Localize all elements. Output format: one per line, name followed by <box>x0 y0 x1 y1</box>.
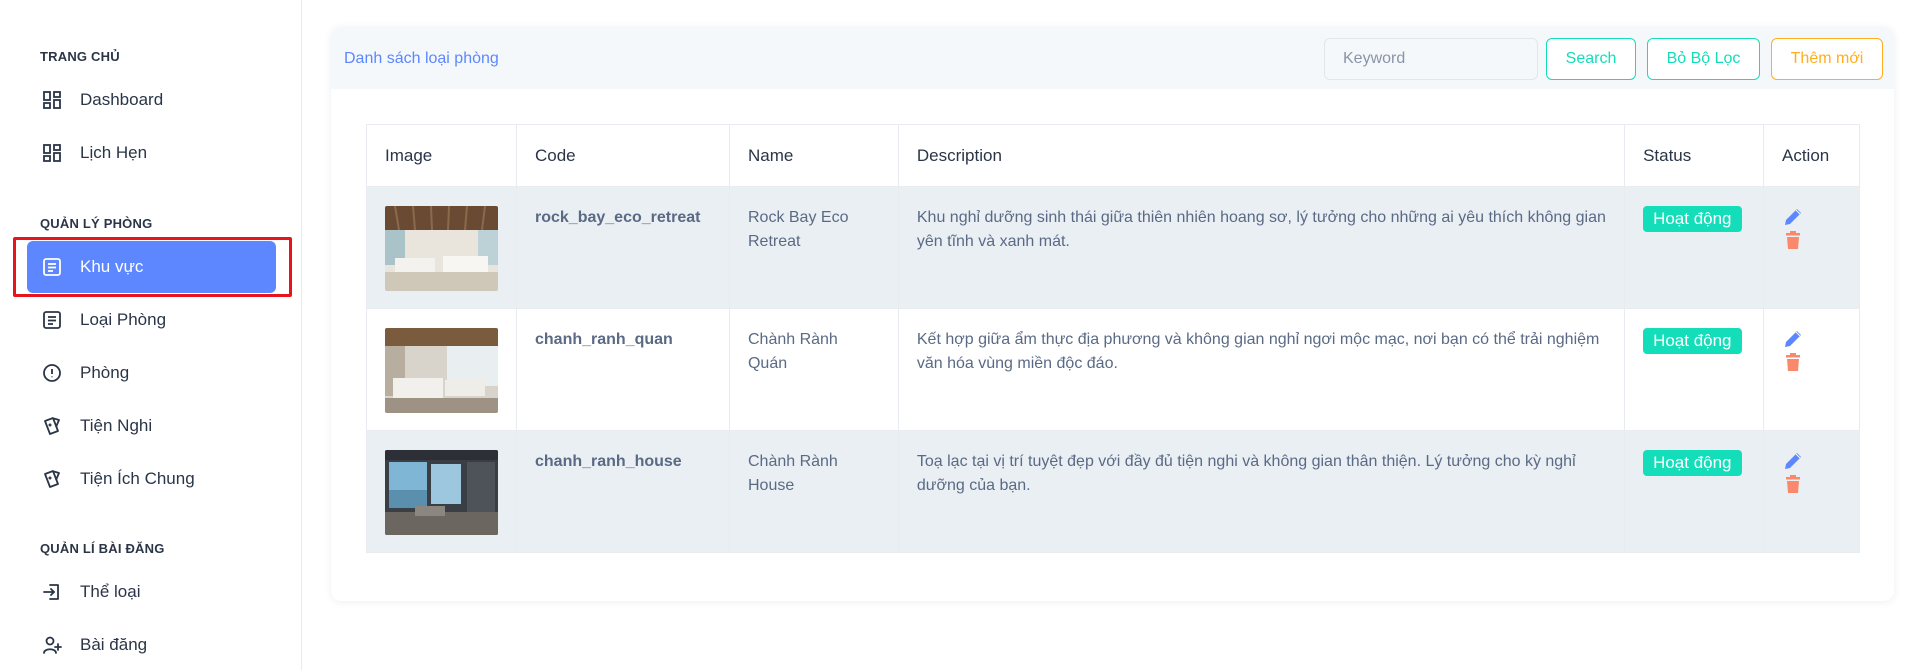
clear-filter-button[interactable]: Bỏ Bộ Lọc <box>1647 38 1760 80</box>
section-title-room-management: QUẢN LÝ PHÒNG <box>40 216 153 231</box>
status-badge: Hoạt động <box>1643 328 1742 354</box>
sidebar-item-label: Phòng <box>80 363 130 382</box>
alert-circle-icon <box>41 362 63 384</box>
name-cell: Chành Rành Quán <box>728 308 899 431</box>
image-cell <box>366 308 517 431</box>
sidebar-item-dashboard[interactable]: Dashboard <box>27 74 276 126</box>
column-header-name: Name <box>728 124 899 187</box>
page-title: Danh sách loại phòng <box>344 50 499 67</box>
table-row: rock_bay_eco_retreat Rock Bay Eco Retrea… <box>366 186 1860 309</box>
article-icon <box>41 309 63 331</box>
section-title-post-management: QUẢN LÍ BÀI ĐĂNG <box>40 541 165 556</box>
sidebar-item-label: Dashboard <box>80 90 164 109</box>
description-cell: Toạ lạc tại vị trí tuyệt đẹp với đầy đủ … <box>897 430 1626 553</box>
sidebar-item-label: Bài đăng <box>80 635 148 654</box>
code-cell: rock_bay_eco_retreat <box>516 186 730 309</box>
column-header-status: Status <box>1624 124 1764 187</box>
image-cell <box>366 430 517 553</box>
action-cell <box>1763 186 1860 309</box>
action-cell <box>1763 430 1860 553</box>
room-thumbnail <box>385 328 498 413</box>
section-title-home: TRANG CHỦ <box>40 49 120 64</box>
table-row: chanh_ranh_house Chành Rành House Toạ lạ… <box>366 430 1860 553</box>
edit-icon[interactable] <box>1782 328 1804 350</box>
room-thumbnail <box>385 450 498 535</box>
delete-icon[interactable] <box>1782 473 1804 495</box>
sidebar-item-label: Thể loại <box>80 582 141 601</box>
sidebar-item-label: Khu vực <box>80 257 144 276</box>
column-header-action: Action <box>1763 124 1860 187</box>
sidebar-item-common-utilities[interactable]: Tiện Ích Chung <box>27 453 276 505</box>
search-input[interactable] <box>1324 38 1538 80</box>
delete-icon[interactable] <box>1782 229 1804 251</box>
description-cell: Kết hợp giữa ẩm thực địa phương và không… <box>897 308 1626 431</box>
search-button[interactable]: Search <box>1546 38 1636 80</box>
add-new-button[interactable]: Thêm mới <box>1771 38 1883 80</box>
sidebar-item-category[interactable]: Thể loại <box>27 566 276 618</box>
layout-dashboard-icon <box>41 89 63 111</box>
sidebar-item-appointments[interactable]: Lịch Hẹn <box>27 127 276 179</box>
name-cell: Chành Rành House <box>728 430 899 553</box>
table-header-row: Image Code Name Description Status Actio… <box>366 124 1860 187</box>
column-header-code: Code <box>516 124 730 187</box>
user-plus-icon <box>41 634 63 656</box>
column-header-image: Image <box>366 124 517 187</box>
name-cell: Rock Bay Eco Retreat <box>728 186 899 309</box>
delete-icon[interactable] <box>1782 351 1804 373</box>
sidebar-item-label: Lịch Hẹn <box>80 143 148 162</box>
edit-icon[interactable] <box>1782 206 1804 228</box>
sidebar-item-area[interactable]: Khu vực <box>27 241 276 293</box>
cards-icon <box>41 468 63 490</box>
sidebar-item-label: Tiện Ích Chung <box>80 469 195 488</box>
code-cell: chanh_ranh_house <box>516 430 730 553</box>
column-header-description: Description <box>897 124 1626 187</box>
image-cell <box>366 186 517 309</box>
layout-dashboard-icon <box>41 142 63 164</box>
sidebar-item-posts[interactable]: Bài đăng <box>27 619 276 671</box>
card-header: Danh sách loại phòng Search Bỏ Bộ Lọc Th… <box>331 27 1894 89</box>
edit-icon[interactable] <box>1782 450 1804 472</box>
sidebar-item-label: Loại Phòng <box>80 310 167 329</box>
code-cell: chanh_ranh_quan <box>516 308 730 431</box>
sidebar-item-room[interactable]: Phòng <box>27 347 276 399</box>
room-type-table: Image Code Name Description Status Actio… <box>366 124 1860 553</box>
sidebar-item-label: Tiện Nghi <box>80 416 153 435</box>
room-thumbnail <box>385 206 498 291</box>
table-row: chanh_ranh_quan Chành Rành Quán Kết hợp … <box>366 308 1860 431</box>
login-icon <box>41 581 63 603</box>
room-type-card: Danh sách loại phòng Search Bỏ Bộ Lọc Th… <box>331 27 1894 601</box>
status-cell: Hoạt động <box>1624 186 1764 309</box>
status-badge: Hoạt động <box>1643 450 1742 476</box>
cards-icon <box>41 415 63 437</box>
status-cell: Hoạt động <box>1624 430 1764 553</box>
article-icon <box>41 256 63 278</box>
status-badge: Hoạt động <box>1643 206 1742 232</box>
action-cell <box>1763 308 1860 431</box>
description-cell: Khu nghỉ dưỡng sinh thái giữa thiên nhiê… <box>897 186 1626 309</box>
sidebar: TRANG CHỦ Dashboard Lịch Hẹn QUẢN LÝ PHÒ… <box>0 0 302 670</box>
sidebar-item-amenities[interactable]: Tiện Nghi <box>27 400 276 452</box>
status-cell: Hoạt động <box>1624 308 1764 431</box>
sidebar-item-room-type[interactable]: Loại Phòng <box>27 294 276 346</box>
